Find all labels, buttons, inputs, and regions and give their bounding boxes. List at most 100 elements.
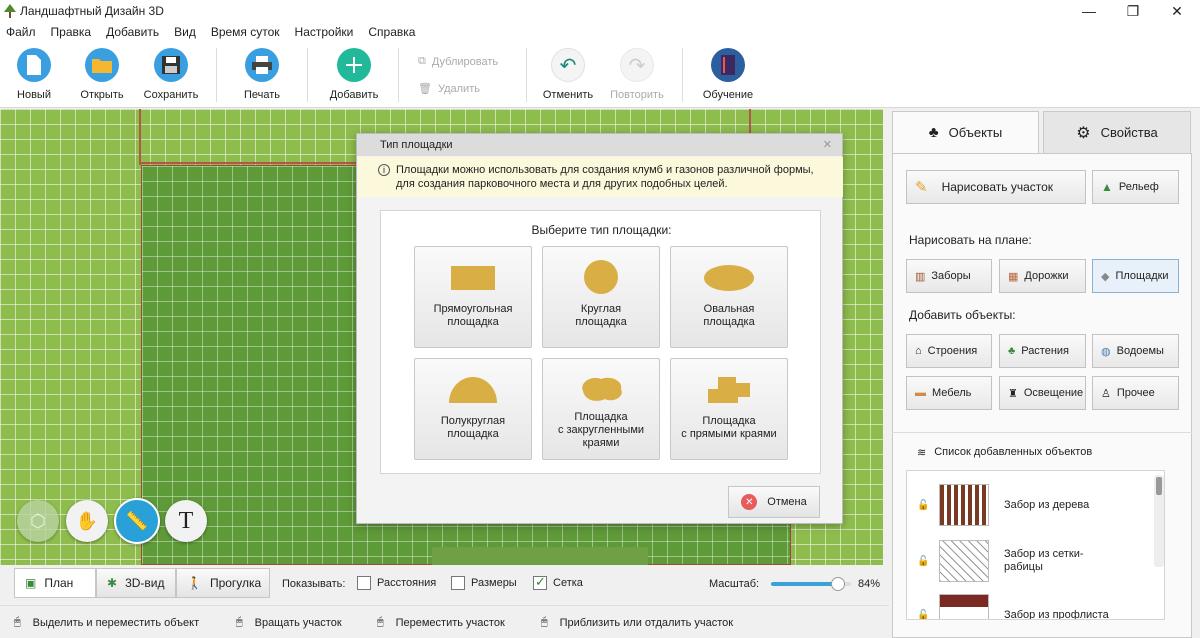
zoom-slider[interactable] (771, 577, 851, 591)
status-bar: 🖱 Выделить и переместить объект 🖱 Вращать … (0, 605, 889, 638)
lock-icon[interactable]: 🔓 (917, 555, 929, 568)
zoom-slider-fill (771, 582, 839, 586)
list-item[interactable]: 🔓 Забор из сетки-рабицы (907, 539, 1147, 583)
menu-add[interactable]: Добавить (106, 25, 159, 39)
option-oval[interactable]: Овальная площадка (670, 246, 788, 348)
water-label: Водоемы (1116, 345, 1164, 357)
add-label: Добавить (329, 89, 379, 101)
undo-button[interactable]: ↶ Отменить (532, 48, 604, 101)
draw-plot-label: Нарисовать участок (941, 180, 1054, 194)
menu-edit[interactable]: Правка (51, 25, 92, 39)
print-label: Печать (243, 89, 281, 101)
zoom-slider-thumb[interactable] (831, 577, 846, 591)
new-label: Новый (17, 89, 51, 101)
cancel-label: Отмена (767, 496, 807, 508)
ruler-tool[interactable]: 📏 (114, 498, 160, 544)
layers-tool[interactable]: ⬡ (17, 500, 59, 542)
duplicate-button[interactable]: ⧉ Дублировать (418, 55, 498, 68)
menu-view[interactable]: Вид (174, 25, 196, 39)
sizes-checkbox[interactable]: Размеры (451, 576, 517, 590)
option-round[interactable]: Круглая площадка (542, 246, 660, 348)
new-file-icon (17, 48, 51, 82)
draw-plot-button[interactable]: ✎ Нарисовать участок (906, 170, 1086, 204)
minimize-button[interactable]: — (1066, 0, 1112, 22)
fences-button[interactable]: ▥ Заборы (906, 259, 992, 293)
plants-label: Растения (1021, 345, 1070, 357)
distances-checkbox[interactable]: Расстояния (357, 576, 436, 590)
paths-button[interactable]: ▦ Дорожки (999, 259, 1086, 293)
sizes-checkbox-box[interactable] (451, 576, 465, 590)
buildings-button[interactable]: ⌂ Строения (906, 334, 992, 368)
dialog-close-icon[interactable]: ✕ (823, 138, 832, 151)
plants-button[interactable]: ♣ Растения (999, 334, 1086, 368)
lock-icon[interactable]: 🔓 (917, 609, 929, 619)
grid-checkbox[interactable]: ✓ Сетка (533, 574, 583, 590)
hand-tool[interactable]: ✋ (66, 500, 108, 542)
grid-checkbox-box[interactable]: ✓ (533, 574, 547, 590)
other-button[interactable]: ♙ Прочее (1092, 376, 1179, 410)
list-item-label: Забор из профлиста (1004, 608, 1109, 620)
furniture-button[interactable]: ▬ Мебель (906, 376, 992, 410)
hint-move-label: Переместить участок (395, 616, 505, 629)
areas-button[interactable]: ◆ Площадки (1092, 259, 1179, 293)
pencil-plot-icon: ✎ (915, 179, 928, 196)
new-button[interactable]: Новый (0, 48, 70, 101)
path-strip[interactable] (432, 547, 648, 565)
tutorial-button[interactable]: Обучение (692, 48, 764, 101)
hand-icon: ✋ (75, 510, 99, 531)
add-button[interactable]: Добавить (318, 48, 390, 101)
distances-label: Расстояния (377, 577, 437, 589)
print-button[interactable]: Печать (226, 48, 298, 101)
menu-file[interactable]: Файл (6, 25, 36, 39)
maximize-button[interactable]: ❐ (1110, 0, 1156, 22)
tab-walk[interactable]: 🚶 Прогулка (176, 568, 270, 598)
relief-button[interactable]: ▲ Рельеф (1092, 170, 1179, 204)
option-rounded-edges[interactable]: Площадка с закругленными краями (542, 358, 660, 460)
list-item[interactable]: 🔓 Забор из профлиста (907, 593, 1147, 620)
wood-fence-thumbnail (939, 484, 989, 526)
scrollbar-thumb[interactable] (1156, 477, 1162, 495)
option-straight-edges[interactable]: Площадка с прямыми краями (670, 358, 788, 460)
tab-plan[interactable]: ▣ План (14, 568, 96, 598)
list-item[interactable]: 🔓 Забор из дерева (907, 483, 1147, 527)
sheet-fence-thumbnail (939, 594, 989, 619)
hint-select: 🖱 Выделить и переместить объект (14, 616, 199, 629)
menu-help[interactable]: Справка (368, 25, 415, 39)
dialog-prompt: Выберите тип площадки: (531, 223, 672, 237)
water-button[interactable]: ◍ Водоемы (1092, 334, 1179, 368)
menu-settings[interactable]: Настройки (295, 25, 354, 39)
areas-label: Площадки (1115, 270, 1169, 282)
lighting-button[interactable]: ♜ Освещение (999, 376, 1086, 410)
app-icon (3, 3, 17, 22)
title-bar: Ландшафтный Дизайн 3D — ❐ ✕ (0, 0, 1200, 22)
text-tool[interactable]: T (165, 500, 207, 542)
menu-time-of-day[interactable]: Время суток (211, 25, 280, 39)
redo-button[interactable]: ↷ Повторить (601, 48, 673, 101)
plan-icon: ▣ (25, 576, 37, 590)
mouse-right-icon: 🖱 (236, 616, 243, 628)
list-scrollbar[interactable] (1154, 475, 1164, 567)
option-rectangular[interactable]: Прямоугольная площадка (414, 246, 532, 348)
delete-button[interactable]: 🗑 Удалить (418, 82, 480, 96)
tab-3d-view[interactable]: ✱ 3D-вид (96, 568, 176, 598)
lock-icon[interactable]: 🔓 (917, 499, 929, 512)
open-button[interactable]: Открыть (66, 48, 138, 101)
save-button[interactable]: Сохранить (135, 48, 207, 101)
toolbar-divider (682, 48, 683, 102)
cancel-button[interactable]: ✕ Отмена (728, 486, 820, 518)
option-semicircular[interactable]: Полукруглая площадка (414, 358, 532, 460)
show-label: Показывать: (282, 578, 346, 590)
blob-shape-icon (582, 377, 622, 401)
tab-objects[interactable]: ♣ Объекты (892, 111, 1039, 153)
tab-properties[interactable]: ⚙ Свойства (1043, 111, 1191, 153)
add-objects-heading: Добавить объекты: (909, 308, 1016, 322)
folder-icon (85, 48, 119, 82)
close-button[interactable]: ✕ (1154, 0, 1200, 22)
plot-border (139, 109, 141, 165)
distances-checkbox-box[interactable] (357, 576, 371, 590)
semicircle-shape-icon (449, 377, 497, 403)
buildings-label: Строения (927, 345, 978, 357)
info-icon: i (378, 164, 390, 176)
hint-move: 🖱 Переместить участок (377, 616, 505, 629)
hint-rotate: 🖱 Вращать участок (236, 616, 342, 629)
